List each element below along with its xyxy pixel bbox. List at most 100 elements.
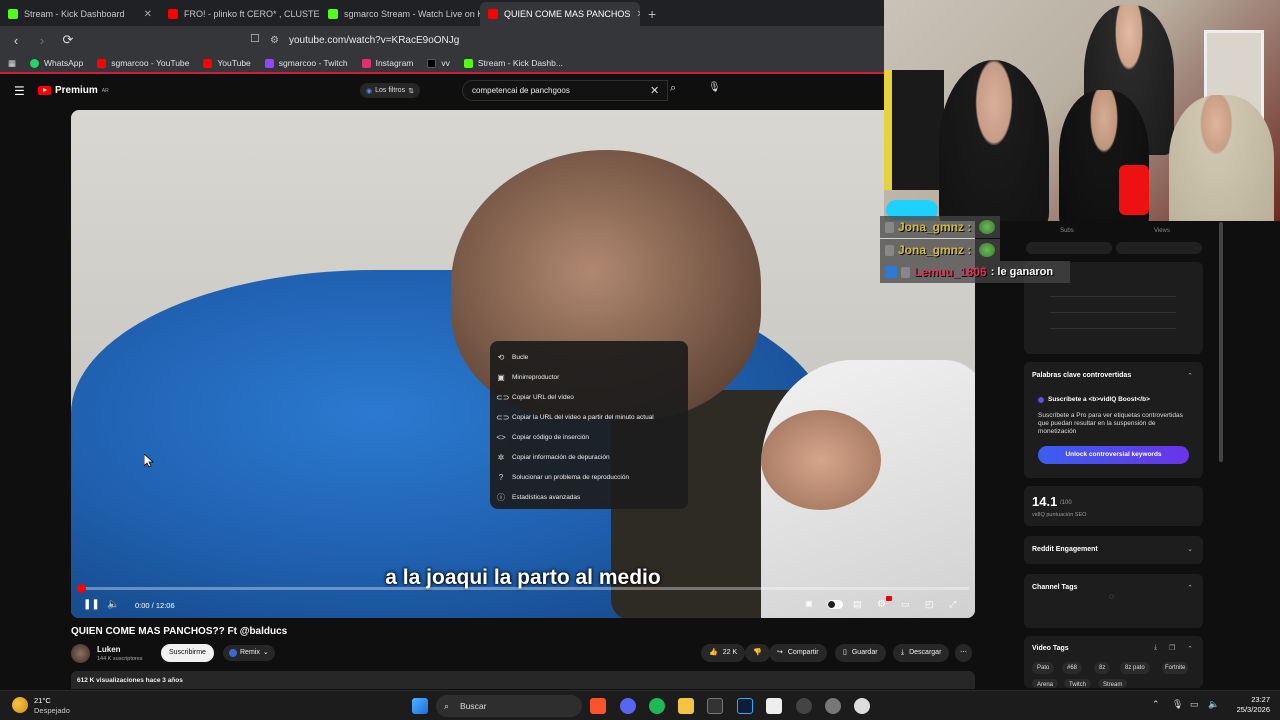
browser-tab-1[interactable]: Stream - Kick Dashboard ✕ [0, 2, 160, 26]
fullscreen-icon[interactable]: ⤢ [949, 599, 956, 610]
dislike-button[interactable]: 👎 [745, 644, 770, 662]
chevron-up-icon[interactable]: ⌃ [1187, 372, 1193, 380]
bookmark-instagram[interactable]: Instagram [361, 58, 414, 68]
copy-icon[interactable]: ❐ [1169, 644, 1175, 652]
save-button[interactable]: ▯ Guardar [835, 644, 886, 662]
menu-item-copy-url-time[interactable]: ⊂⊃ Copiar la URL del vídeo a partir del m… [490, 407, 688, 427]
thumbs-up-icon: 👍 [709, 649, 718, 656]
browser-tab-2[interactable]: FRO! - plinko ft CERO* , CLUSTER [160, 2, 320, 26]
search-input[interactable]: competencai de panchgoos [462, 80, 668, 101]
unlock-keywords-button[interactable]: Unlock controversial keywords [1038, 446, 1189, 464]
volume-icon[interactable]: 🔈 [107, 599, 119, 610]
notepad-icon[interactable] [766, 698, 782, 714]
autoplay-toggle[interactable] [827, 600, 843, 609]
theater-mode-icon[interactable]: ▭ [901, 599, 910, 610]
back-icon[interactable]: ‹ [6, 33, 26, 48]
app-icon[interactable] [854, 698, 870, 714]
progress-bar[interactable] [77, 584, 969, 593]
settings-icon[interactable]: ⚙ [877, 599, 886, 610]
avatar[interactable] [71, 644, 90, 663]
apps-icon[interactable]: ▦ [8, 58, 16, 69]
browser-tab-3[interactable]: sgmarco Stream - Watch Live on Kick [320, 2, 480, 26]
file-explorer-icon[interactable] [678, 698, 694, 714]
video-tag[interactable]: Fortnite [1162, 662, 1189, 674]
bookmark-icon[interactable]: ☐ [250, 32, 260, 45]
bookmark-kick[interactable]: Stream - Kick Dashb... [463, 58, 563, 68]
channel-name[interactable]: Luken [97, 645, 121, 654]
share-button[interactable]: ↪ Compartir [769, 644, 827, 662]
menu-item-loop[interactable]: ⟲ Bucle [490, 347, 688, 367]
obs-icon[interactable] [796, 698, 812, 714]
subscribe-button[interactable]: Suscribirme [161, 644, 214, 662]
bookmark-youtube[interactable]: YouTube [203, 58, 251, 68]
search-icon[interactable]: ⌕ [670, 82, 676, 95]
filters-button[interactable]: ◉ Los filtros ⇅ [360, 83, 420, 98]
brave-browser-icon[interactable] [590, 698, 606, 714]
chevron-up-icon[interactable]: ⌃ [1187, 645, 1193, 653]
taskbar-clock[interactable]: 23:27 25/3/2026 [1228, 695, 1270, 715]
chevron-down-icon[interactable]: ⌄ [1187, 545, 1193, 553]
network-icon[interactable]: ▭ [1190, 699, 1199, 710]
clear-search-icon[interactable]: ✕ [650, 84, 659, 97]
chat-message: Jona_gmnz : [880, 216, 1001, 238]
bookmark-twitch[interactable]: sgmarcoo - Twitch [264, 58, 348, 68]
video-tag[interactable]: Pato [1032, 662, 1055, 674]
bookmark-youtube-channel[interactable]: sgmarcoo - YouTube [97, 58, 189, 68]
bookmark-x[interactable]: vv [427, 58, 450, 68]
tab-subs[interactable]: Subs [1060, 228, 1074, 234]
description-box[interactable]: 612 K visualizaciones hace 3 años [71, 671, 975, 689]
miniplayer-toggle-icon[interactable]: ▣ [805, 599, 813, 608]
settings-icon[interactable] [825, 698, 841, 714]
taskbar-search[interactable]: ⌕ Buscar [436, 695, 582, 717]
url-field[interactable]: ⚙ youtube.com/watch?v=KRacE9oONJg [270, 30, 870, 50]
capcut-icon[interactable] [707, 698, 723, 714]
menu-item-troubleshoot[interactable]: ? Solucionar un problema de reproducción [490, 467, 688, 487]
video-tag[interactable]: Twitch [1064, 679, 1092, 688]
microphone-icon[interactable]: 🎙 [708, 82, 721, 93]
forward-icon[interactable]: › [32, 33, 52, 48]
menu-item-copy-embed[interactable]: <> Copiar código de inserción [490, 427, 688, 447]
youtube-logo[interactable]: Premium AR [38, 85, 109, 96]
menu-item-copy-url[interactable]: ⊂⊃ Copiar URL del vídeo [490, 387, 688, 407]
pause-icon[interactable]: ❚❚ [83, 599, 100, 610]
chevron-up-icon[interactable]: ⌃ [1187, 584, 1193, 592]
video-tag[interactable]: #68 [1062, 662, 1083, 674]
remix-button[interactable]: Remix ⌄ [223, 645, 275, 661]
video-tag[interactable]: Arena [1032, 679, 1059, 688]
hamburger-menu-icon[interactable]: ☰ [14, 84, 25, 98]
discord-icon[interactable] [620, 698, 636, 714]
menu-item-stats[interactable]: ⓘ Estadísticas avanzadas [490, 487, 688, 507]
microphone-icon[interactable]: 🎙 [1172, 699, 1183, 710]
sidebar-scrollbar[interactable] [1219, 222, 1223, 462]
cast-icon[interactable]: ◰ [925, 599, 934, 610]
bookmark-label: Instagram [375, 58, 414, 68]
start-menu-icon[interactable] [412, 698, 428, 714]
video-tag[interactable]: Stream [1098, 679, 1128, 688]
chevron-up-icon[interactable]: ⌃ [1152, 699, 1160, 710]
video-tag[interactable]: 8z [1094, 662, 1111, 674]
browser-tab-4[interactable]: QUIEN COME MAS PANCHOS✕ [480, 2, 640, 26]
bookmark-whatsapp[interactable]: WhatsApp [30, 58, 83, 68]
youtube-icon [203, 58, 213, 68]
like-button[interactable]: 👍 22 K [701, 644, 746, 662]
reddit-engagement-panel[interactable]: Reddit Engagement ⌄ [1024, 536, 1203, 564]
weather-moon-icon[interactable] [12, 697, 28, 713]
photoshop-icon[interactable] [737, 698, 753, 714]
menu-item-copy-debug[interactable]: ✲ Copiar información de depuración [490, 447, 688, 467]
close-icon[interactable]: ✕ [144, 9, 152, 20]
more-actions-button[interactable]: ⋯ [955, 644, 972, 662]
site-info-icon[interactable]: ⚙ [270, 35, 279, 46]
menu-item-miniplayer[interactable]: ▣ Minirreproductor [490, 367, 688, 387]
download-icon[interactable]: ⤓ [1154, 644, 1157, 652]
tab-views[interactable]: Views [1154, 228, 1170, 234]
subtitles-icon[interactable]: ▤ [853, 599, 862, 610]
bookmark-icon: ▯ [843, 649, 847, 656]
new-tab-button[interactable]: + [640, 2, 664, 26]
vidiq-icon [1038, 397, 1044, 403]
volume-icon[interactable]: 🔈 [1208, 699, 1219, 710]
download-button[interactable]: ⤓ Descargar [893, 644, 950, 662]
reload-icon[interactable]: ⟳ [58, 32, 78, 48]
spotify-icon[interactable] [649, 698, 665, 714]
webcam-person [1169, 95, 1274, 221]
video-tag[interactable]: 8z pato [1120, 662, 1150, 674]
